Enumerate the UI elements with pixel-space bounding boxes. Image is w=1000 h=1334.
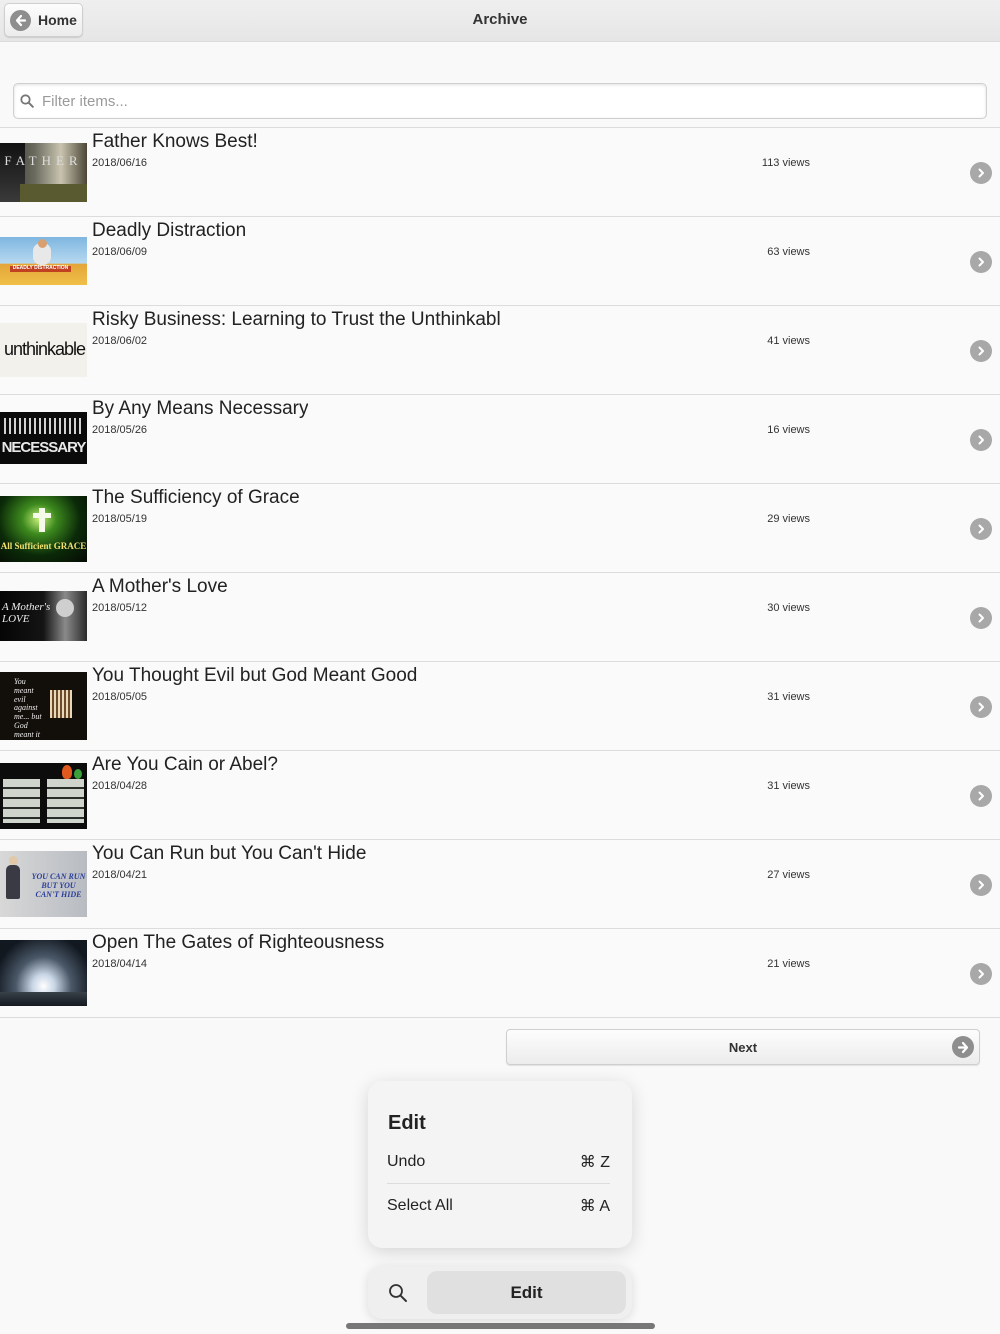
- next-button[interactable]: Next: [506, 1029, 980, 1065]
- chevron-right-icon[interactable]: [970, 429, 992, 451]
- item-title: Father Knows Best!: [92, 131, 258, 152]
- thumbnail-image: YOU CAN RUN BUT YOU CAN'T HIDE: [0, 851, 87, 917]
- select-all-shortcut: ⌘ A: [579, 1198, 610, 1215]
- item-title: Deadly Distraction: [92, 220, 247, 241]
- thumbnail-text: YOU CAN RUN BUT YOU CAN'T HIDE: [31, 872, 86, 899]
- item-title: By Any Means Necessary: [92, 398, 309, 419]
- thumbnail-text: You meant evil against me... but God mea…: [14, 677, 43, 740]
- chevron-right-icon[interactable]: [970, 696, 992, 718]
- list-item[interactable]: Are You Cain or Abel? 2018/04/28 31 view…: [0, 751, 1000, 840]
- item-title: Are You Cain or Abel?: [92, 754, 278, 775]
- thumbnail-image: All Sufficient GRACE: [0, 496, 87, 562]
- select-all-label: Select All: [387, 1197, 453, 1214]
- search-icon[interactable]: [388, 1283, 408, 1303]
- list-item[interactable]: A Mother's LOVE A Mother's Love 2018/05/…: [0, 573, 1000, 662]
- chevron-right-icon[interactable]: [970, 607, 992, 629]
- item-title: Open The Gates of Righteousness: [92, 932, 385, 953]
- thumbnail-text: NECESSARY: [1, 439, 87, 456]
- item-views: 113 views: [761, 157, 810, 169]
- thumbnail-image: [0, 940, 87, 1006]
- chevron-right-icon[interactable]: [970, 874, 992, 896]
- item-date: 2018/06/09: [92, 246, 148, 258]
- thumbnail-text: unthinkable: [3, 339, 86, 359]
- edit-menu-title: Edit: [388, 1112, 426, 1134]
- thumbnail-image: FATHER: [0, 143, 87, 202]
- item-title: You Thought Evil but God Meant Good: [92, 665, 418, 686]
- list-item[interactable]: YOU CAN RUN BUT YOU CAN'T HIDE You Can R…: [0, 840, 1000, 929]
- thumbnail-text: A Mother's LOVE: [2, 601, 51, 626]
- item-title: The Sufficiency of Grace: [92, 487, 300, 508]
- item-views: 31 views: [767, 691, 810, 703]
- bottom-toolbar: Edit: [368, 1266, 632, 1319]
- thumbnail-image: DEADLY DISTRACTION: [0, 237, 87, 285]
- undo-label: Undo: [387, 1153, 426, 1170]
- thumbnail-text: FATHER: [4, 153, 83, 168]
- item-views: 63 views: [767, 246, 810, 258]
- chevron-right-icon[interactable]: [970, 785, 992, 807]
- list-item[interactable]: FATHER Father Knows Best! 2018/06/16 113…: [0, 128, 1000, 217]
- thumbnail-image: A Mother's LOVE: [0, 591, 87, 641]
- edit-menu-popover: Edit Undo ⌘ Z Select All ⌘ A: [368, 1081, 632, 1248]
- chevron-right-icon[interactable]: [970, 162, 992, 184]
- filter-box: [13, 83, 987, 119]
- list-item[interactable]: unthinkable Risky Business: Learning to …: [0, 306, 1000, 395]
- edit-button[interactable]: Edit: [427, 1271, 626, 1314]
- select-all-menu-item[interactable]: Select All ⌘ A: [387, 1186, 610, 1226]
- thumbnail-image: unthinkable: [0, 323, 87, 377]
- home-indicator[interactable]: [346, 1323, 655, 1329]
- thumbnail-text: All Sufficient GRACE: [0, 541, 87, 551]
- next-button-label: Next: [728, 1040, 758, 1055]
- item-date: 2018/06/16: [92, 157, 148, 169]
- list-item[interactable]: You meant evil against me... but God mea…: [0, 662, 1000, 751]
- item-title: You Can Run but You Can't Hide: [92, 843, 367, 864]
- list-item[interactable]: Open The Gates of Righteousness 2018/04/…: [0, 929, 1000, 1018]
- item-date: 2018/05/12: [92, 602, 148, 614]
- item-views: 30 views: [767, 602, 810, 614]
- item-views: 31 views: [767, 780, 810, 792]
- item-date: 2018/04/14: [92, 958, 148, 970]
- item-views: 27 views: [767, 869, 810, 881]
- item-views: 41 views: [767, 335, 810, 347]
- item-date: 2018/04/21: [92, 869, 148, 881]
- chevron-right-icon[interactable]: [970, 340, 992, 362]
- search-icon: [20, 94, 34, 108]
- chevron-right-icon[interactable]: [970, 518, 992, 540]
- list-item[interactable]: DEADLY DISTRACTION Deadly Distraction 20…: [0, 217, 1000, 306]
- page-title: Archive: [472, 11, 528, 28]
- item-views: 21 views: [767, 958, 810, 970]
- thumbnail-text: DEADLY DISTRACTION: [10, 265, 71, 272]
- thumbnail-image: [0, 763, 87, 829]
- item-date: 2018/05/19: [92, 513, 148, 525]
- item-title: Risky Business: Learning to Trust the Un…: [92, 309, 501, 330]
- menu-divider: [387, 1183, 610, 1184]
- sermon-list: FATHER Father Knows Best! 2018/06/16 113…: [0, 127, 1000, 1018]
- thumbnail-image: You meant evil against me... but God mea…: [0, 672, 87, 740]
- chevron-right-icon[interactable]: [970, 963, 992, 985]
- arrow-right-icon: [952, 1036, 974, 1058]
- list-item[interactable]: All Sufficient GRACE The Sufficiency of …: [0, 484, 1000, 573]
- header-bar: Home Archive: [0, 0, 1000, 42]
- item-date: 2018/06/02: [92, 335, 148, 347]
- item-views: 29 views: [767, 513, 810, 525]
- list-item[interactable]: NECESSARY By Any Means Necessary 2018/05…: [0, 395, 1000, 484]
- item-date: 2018/05/26: [92, 424, 148, 436]
- undo-shortcut: ⌘ Z: [579, 1154, 610, 1171]
- thumbnail-image: NECESSARY: [0, 412, 87, 464]
- chevron-right-icon[interactable]: [970, 251, 992, 273]
- filter-input[interactable]: [42, 92, 942, 110]
- item-date: 2018/04/28: [92, 780, 148, 792]
- item-views: 16 views: [767, 424, 810, 436]
- item-date: 2018/05/05: [92, 691, 148, 703]
- undo-menu-item[interactable]: Undo ⌘ Z: [387, 1142, 610, 1182]
- item-title: A Mother's Love: [92, 576, 228, 597]
